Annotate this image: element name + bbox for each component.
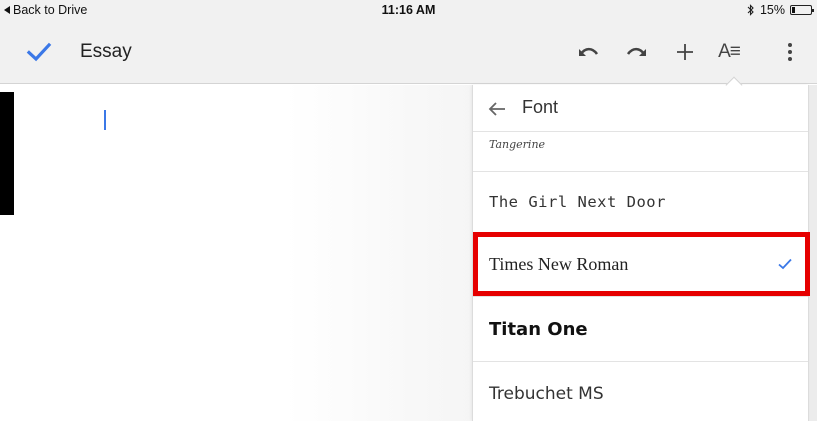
battery-percent: 15%: [759, 3, 785, 17]
back-arrow-icon[interactable]: [486, 98, 508, 120]
redo-icon: [626, 47, 646, 56]
font-option-label: The Girl Next Door: [489, 193, 666, 211]
font-option-label: Times New Roman: [489, 254, 629, 274]
undo-button[interactable]: [573, 37, 603, 67]
status-time: 11:16 AM: [381, 3, 436, 17]
battery-icon: [790, 5, 814, 15]
editor-toolbar: Essay A≡: [0, 20, 817, 84]
redo-button[interactable]: [622, 37, 652, 67]
font-option-label: Trebuchet MS: [489, 384, 604, 404]
more-vertical-icon: [788, 43, 792, 61]
more-options-button[interactable]: [775, 37, 805, 67]
font-panel: Font Tangerine The Girl Next Door Times …: [472, 85, 809, 421]
bluetooth-icon: [747, 4, 754, 16]
font-option-times-new-roman[interactable]: Times New Roman: [473, 233, 808, 297]
font-option-titan-one[interactable]: Titan One: [473, 297, 808, 362]
status-bar: Back to Drive 11:16 AM 15%: [0, 0, 817, 20]
status-right-group: 15%: [747, 3, 814, 17]
insert-button[interactable]: [670, 37, 700, 67]
font-option-tangerine[interactable]: Tangerine: [473, 132, 808, 172]
text-cursor: [104, 110, 106, 130]
font-panel-header: Font: [473, 85, 808, 132]
document-title[interactable]: Essay: [80, 41, 132, 63]
font-option-label: Tangerine: [489, 138, 546, 151]
text-format-button[interactable]: A≡: [714, 37, 744, 67]
text-format-icon: A≡: [718, 41, 741, 62]
docs-editor-screen: Back to Drive 11:16 AM 15% Essay A≡ Font…: [0, 0, 817, 421]
selected-check-icon: [778, 258, 792, 270]
insert-plus-icon: [677, 44, 693, 60]
done-check-icon[interactable]: [26, 40, 52, 64]
font-option-label: Titan One: [489, 318, 588, 340]
font-option-the-girl-next-door[interactable]: The Girl Next Door: [473, 172, 808, 233]
font-panel-title: Font: [522, 97, 559, 117]
left-edge-bar: [0, 92, 14, 215]
font-option-trebuchet-ms[interactable]: Trebuchet MS: [473, 362, 808, 421]
undo-icon: [579, 47, 599, 56]
